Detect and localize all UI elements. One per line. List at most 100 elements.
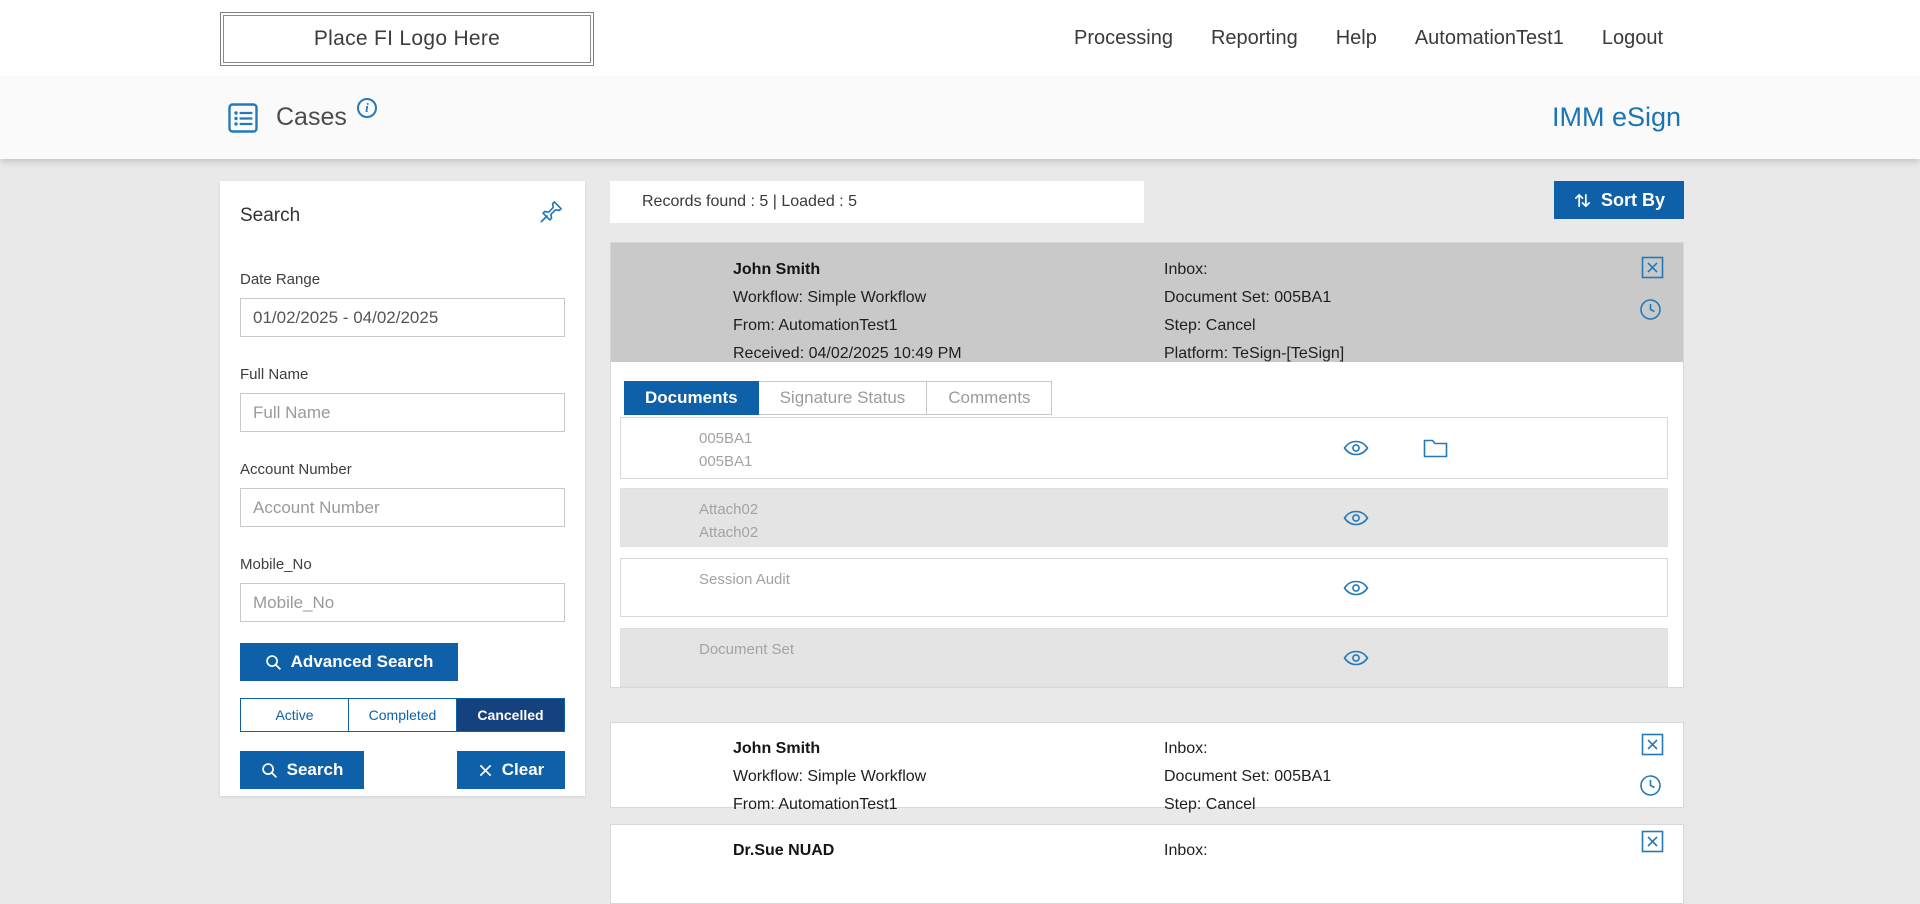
page: { "colors": { "accent_blue": "#0e60a9", … <box>0 0 1920 847</box>
document-subname: 005BA1 <box>699 450 1667 473</box>
filter-tab-completed[interactable]: Completed <box>349 699 457 731</box>
document-row-session-audit: Session Audit <box>620 558 1668 617</box>
document-row-labels: Session Audit <box>621 559 1667 591</box>
view-document-eye-icon[interactable] <box>1343 579 1369 596</box>
case-1-right-details: Inbox: Document Set: 005BA1 Step: Cancel… <box>1164 256 1344 368</box>
case-document-set: Document Set: 005BA1 <box>1164 763 1331 791</box>
case-3-left-details: Dr.Sue NUAD <box>733 837 834 865</box>
case-document-set: Document Set: 005BA1 <box>1164 284 1344 312</box>
filter-tab-cancelled[interactable]: Cancelled <box>457 699 564 731</box>
status-filter-tabs: Active Completed Cancelled <box>240 698 565 732</box>
search-icon <box>261 762 278 779</box>
page-header: Cases i IMM eSign <box>0 76 1920 159</box>
case-1-tabs: Documents Signature Status Comments <box>624 381 1683 415</box>
field-mobile-no: Mobile_No <box>240 556 565 622</box>
case-2-right-details: Inbox: Document Set: 005BA1 Step: Cancel <box>1164 735 1331 819</box>
case-inbox: Inbox: <box>1164 256 1344 284</box>
fi-logo-placeholder: Place FI Logo Here <box>220 12 594 66</box>
advanced-search-button[interactable]: Advanced Search <box>240 643 458 681</box>
sort-by-label: Sort By <box>1601 190 1665 211</box>
view-document-eye-icon[interactable] <box>1343 440 1369 457</box>
search-panel-title: Search <box>240 205 300 227</box>
account-number-input[interactable] <box>240 488 565 527</box>
info-icon[interactable]: i <box>357 98 377 118</box>
search-panel: Search Date Range Full Name Account Numb… <box>220 181 585 796</box>
clear-button-label: Clear <box>502 760 545 780</box>
case-card-2[interactable]: John Smith Workflow: Simple Workflow Fro… <box>610 722 1684 808</box>
date-range-input[interactable] <box>240 298 565 337</box>
full-name-label: Full Name <box>240 366 565 383</box>
case-step: Step: Cancel <box>1164 312 1344 340</box>
case-workflow: Workflow: Simple Workflow <box>733 763 926 791</box>
logo-text: Place FI Logo Here <box>314 27 500 51</box>
document-name: Document Set <box>699 638 1667 661</box>
case-card-3[interactable]: Dr.Sue NUAD Inbox: <box>610 824 1684 904</box>
document-subname: Attach02 <box>699 521 1667 544</box>
case-name: John Smith <box>733 735 926 763</box>
nav-logout[interactable]: Logout <box>1602 27 1663 50</box>
case-received: Received: 04/02/2025 10:49 PM <box>733 340 962 368</box>
top-header: Place FI Logo Here Processing Reporting … <box>0 0 1920 76</box>
page-title-group: Cases i <box>228 76 377 159</box>
search-button[interactable]: Search <box>240 751 364 789</box>
case-1-header[interactable]: John Smith Workflow: Simple Workflow Fro… <box>611 243 1683 362</box>
document-row-005ba1: 005BA1 005BA1 <box>620 417 1668 479</box>
sort-arrows-icon <box>1573 191 1592 210</box>
case-inbox: Inbox: <box>1164 837 1208 865</box>
case-inbox: Inbox: <box>1164 735 1331 763</box>
document-row-labels: Document Set <box>621 629 1667 661</box>
view-document-eye-icon[interactable] <box>1343 649 1369 666</box>
nav-processing[interactable]: Processing <box>1074 27 1173 50</box>
document-name: Attach02 <box>699 498 1667 521</box>
brand-imm-esign: IMM eSign <box>1552 76 1681 159</box>
case-step: Step: Cancel <box>1164 791 1331 819</box>
case-workflow: Workflow: Simple Workflow <box>733 284 962 312</box>
case-name: Dr.Sue NUAD <box>733 837 834 865</box>
case-from: From: AutomationTest1 <box>733 312 962 340</box>
field-full-name: Full Name <box>240 366 565 432</box>
sort-by-button[interactable]: Sort By <box>1554 181 1684 219</box>
mobile-no-label: Mobile_No <box>240 556 565 573</box>
clear-x-icon <box>478 763 493 778</box>
folder-icon[interactable] <box>1423 438 1448 458</box>
top-nav: Processing Reporting Help AutomationTest… <box>1074 0 1663 76</box>
cancel-case-icon[interactable] <box>1641 830 1664 853</box>
pin-icon[interactable] <box>538 198 565 225</box>
history-clock-icon[interactable] <box>1639 774 1662 797</box>
view-document-eye-icon[interactable] <box>1343 509 1369 526</box>
document-name: Session Audit <box>699 568 1667 591</box>
nav-user-automationtest1[interactable]: AutomationTest1 <box>1415 27 1564 50</box>
full-name-input[interactable] <box>240 393 565 432</box>
tab-comments[interactable]: Comments <box>927 381 1052 415</box>
search-button-label: Search <box>287 760 344 780</box>
tab-signature-status[interactable]: Signature Status <box>759 381 928 415</box>
tab-documents[interactable]: Documents <box>624 381 759 415</box>
case-name: John Smith <box>733 256 962 284</box>
mobile-no-input[interactable] <box>240 583 565 622</box>
records-summary: Records found : 5 | Loaded : 5 <box>610 181 1144 223</box>
page-title: Cases <box>276 103 347 132</box>
search-icon <box>265 654 282 671</box>
account-number-label: Account Number <box>240 461 565 478</box>
date-range-label: Date Range <box>240 271 565 288</box>
field-date-range: Date Range <box>240 271 565 337</box>
cancel-case-icon[interactable] <box>1641 256 1664 279</box>
case-from: From: AutomationTest1 <box>733 791 926 819</box>
case-card-1: John Smith Workflow: Simple Workflow Fro… <box>610 242 1684 688</box>
cases-list-icon <box>228 103 258 133</box>
case-3-right-details: Inbox: <box>1164 837 1208 865</box>
document-row-document-set: Document Set <box>620 628 1668 687</box>
nav-help[interactable]: Help <box>1336 27 1377 50</box>
filter-tab-active[interactable]: Active <box>241 699 349 731</box>
document-row-labels: 005BA1 005BA1 <box>621 418 1667 473</box>
document-row-attach02: Attach02 Attach02 <box>620 488 1668 547</box>
history-clock-icon[interactable] <box>1639 298 1662 321</box>
nav-reporting[interactable]: Reporting <box>1211 27 1298 50</box>
clear-button[interactable]: Clear <box>457 751 565 789</box>
document-name: 005BA1 <box>699 427 1667 450</box>
advanced-search-label: Advanced Search <box>291 652 434 672</box>
records-summary-text: Records found : 5 | Loaded : 5 <box>642 193 857 211</box>
case-1-left-details: John Smith Workflow: Simple Workflow Fro… <box>733 256 962 368</box>
cancel-case-icon[interactable] <box>1641 733 1664 756</box>
case-2-left-details: John Smith Workflow: Simple Workflow Fro… <box>733 735 926 819</box>
